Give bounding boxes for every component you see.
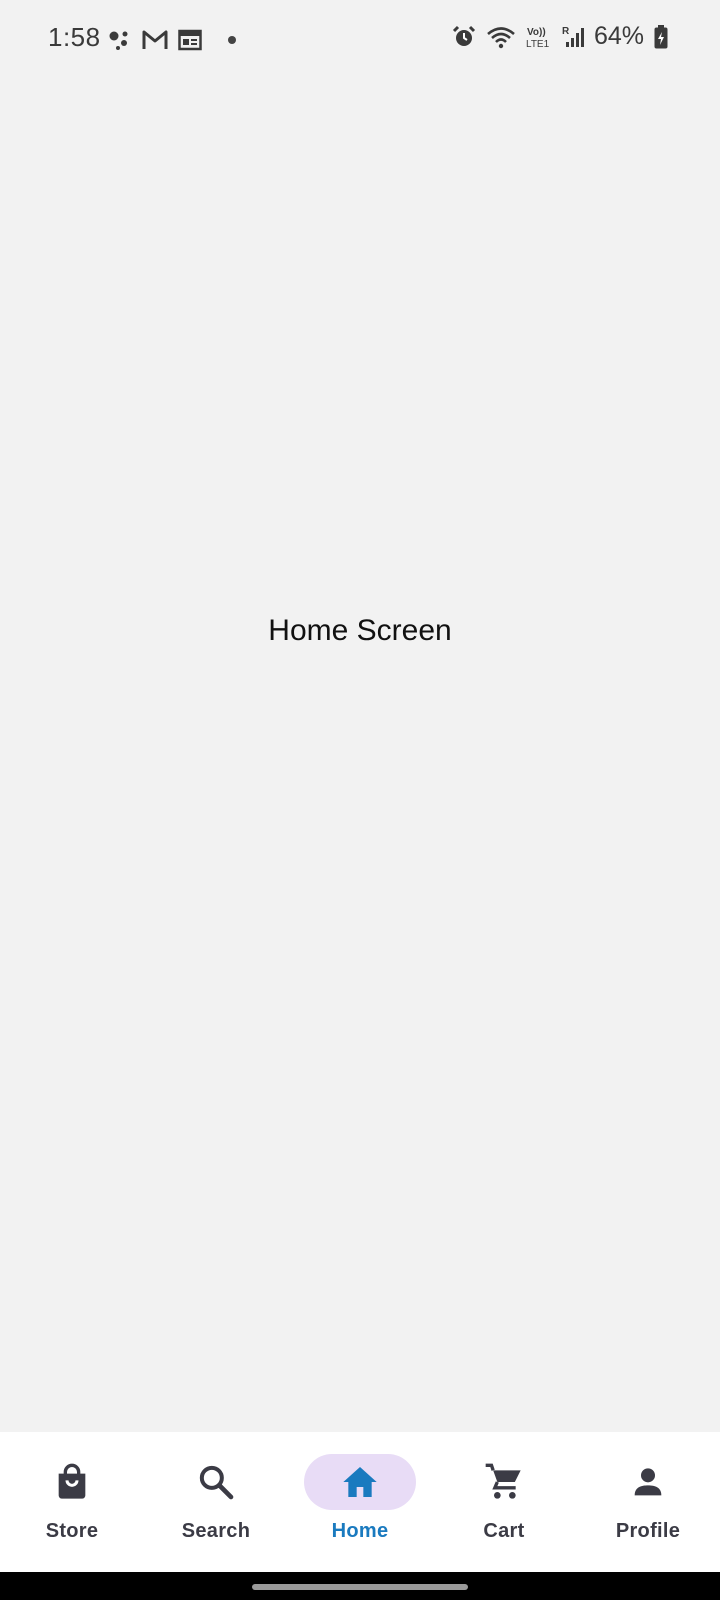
gmail-icon <box>142 30 168 49</box>
nav-label-search: Search <box>181 1520 251 1542</box>
main-content <box>0 84 720 1432</box>
status-time: 1:58 <box>48 22 101 52</box>
gesture-navigation-bar <box>0 1572 720 1600</box>
nav-icon-container <box>592 1454 704 1510</box>
nav-label-home: Home <box>331 1520 389 1542</box>
calendar-icon <box>178 29 202 51</box>
nav-label-cart: Cart <box>483 1520 525 1542</box>
home-icon <box>343 1467 377 1497</box>
nav-label-store: Store <box>45 1520 99 1542</box>
svg-text:LTE1: LTE1 <box>526 39 550 49</box>
cart-icon <box>485 1463 521 1499</box>
svg-text:Vo)): Vo)) <box>527 27 546 38</box>
status-system-icons: Vo)) LTE1 R 64% <box>452 22 668 51</box>
shopping-bag-icon <box>58 1463 86 1499</box>
svg-text:R: R <box>562 26 570 37</box>
gesture-handle[interactable] <box>252 1584 468 1590</box>
nav-icon-container <box>448 1454 560 1510</box>
nav-icon-container <box>160 1454 272 1510</box>
status-bar: 1:58 Vo)) LTE1 R 64% <box>0 0 720 84</box>
battery-percentage: 64% <box>593 22 644 50</box>
status-notification-icons <box>108 28 236 52</box>
nav-label-profile: Profile <box>615 1520 681 1542</box>
alarm-icon <box>452 25 476 46</box>
battery-icon <box>654 24 668 48</box>
nav-icon-container-active <box>304 1454 416 1510</box>
person-icon <box>634 1468 662 1496</box>
search-icon <box>199 1465 234 1500</box>
page-title: Home Screen <box>268 614 452 647</box>
wifi-icon <box>487 26 515 48</box>
volte-icon: Vo)) LTE1 <box>526 27 550 49</box>
signal-icon: R <box>562 26 584 47</box>
assistant-icon <box>109 31 128 50</box>
notification-dot <box>228 36 236 44</box>
nav-icon-container <box>16 1454 128 1510</box>
